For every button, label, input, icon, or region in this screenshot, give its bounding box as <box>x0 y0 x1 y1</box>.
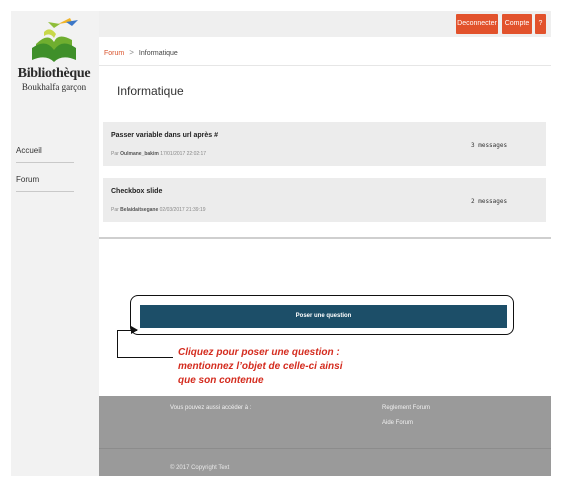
footer-divider <box>99 448 551 449</box>
breadcrumb-current: Informatique <box>138 50 178 57</box>
logo-title: Bibliothèque <box>17 66 91 81</box>
callout-line-2: mentionnez l’objet de celle-ci ainsi <box>178 361 343 372</box>
help-button[interactable]: ? <box>535 14 546 34</box>
page-title: Informatique <box>117 84 184 98</box>
book-logo-icon <box>32 18 78 62</box>
callout-arrow-head-icon <box>131 326 138 334</box>
topic-by-label: Par <box>111 151 119 157</box>
topic-meta: Par Belaidaitsegane 02/03/2017 21:39:19 <box>111 207 206 213</box>
topic-date: 02/03/2017 21:39:19 <box>159 207 206 213</box>
callout-connector-vertical <box>117 330 118 357</box>
footer-copyright: © 2017 Copyright Text <box>170 465 230 471</box>
breadcrumb-divider <box>99 65 551 66</box>
callout-connector-horizontal <box>117 357 173 358</box>
logout-button[interactable]: Deconnecter <box>456 14 498 34</box>
breadcrumb-forum-link[interactable]: Forum <box>104 50 124 57</box>
topic-meta: Par Oulmane_bakim 17/01/2017 22:02:17 <box>111 151 206 157</box>
topic-by-label: Par <box>111 207 119 213</box>
breadcrumb: Forum > Informatique <box>104 48 178 57</box>
topic-author[interactable]: Oulmane_bakim <box>120 151 159 157</box>
footer-link-help[interactable]: Aide Forum <box>382 420 413 426</box>
footer: Vous pouvez aussi accéder à : Reglement … <box>99 396 551 476</box>
topic-title[interactable]: Checkbox slide <box>111 188 162 195</box>
sidebar-item-forum[interactable]: Forum <box>16 175 74 192</box>
callout-line-3: que son contenue <box>178 375 264 386</box>
footer-access-label: Vous pouvez aussi accéder à : <box>170 405 252 411</box>
breadcrumb-separator: > <box>129 48 134 57</box>
sidebar-item-accueil[interactable]: Accueil <box>16 146 74 163</box>
callout-line-1: Cliquez pour poser une question : <box>178 347 340 358</box>
callout-text: Cliquez pour poser une question : mentio… <box>178 346 398 388</box>
topic-message-count: 2 messages <box>471 198 508 205</box>
account-button[interactable]: Compte <box>502 14 532 34</box>
library-logo[interactable]: Bibliothèque Boukhalfa garçon <box>14 18 94 96</box>
topic-title[interactable]: Passer variable dans url après # <box>111 132 218 139</box>
logo-subtitle: Boukhalfa garçon <box>21 82 87 92</box>
topic-date: 17/01/2017 22:02:17 <box>160 151 207 157</box>
ask-question-button[interactable]: Poser une question <box>140 305 507 328</box>
footer-link-rules[interactable]: Reglement Forum <box>382 405 430 411</box>
topic-row[interactable]: Passer variable dans url après # Par Oul… <box>103 122 546 166</box>
topic-message-count: 3 messages <box>471 142 508 149</box>
topic-row[interactable]: Checkbox slide Par Belaidaitsegane 02/03… <box>103 178 546 222</box>
topic-author[interactable]: Belaidaitsegane <box>120 207 158 213</box>
